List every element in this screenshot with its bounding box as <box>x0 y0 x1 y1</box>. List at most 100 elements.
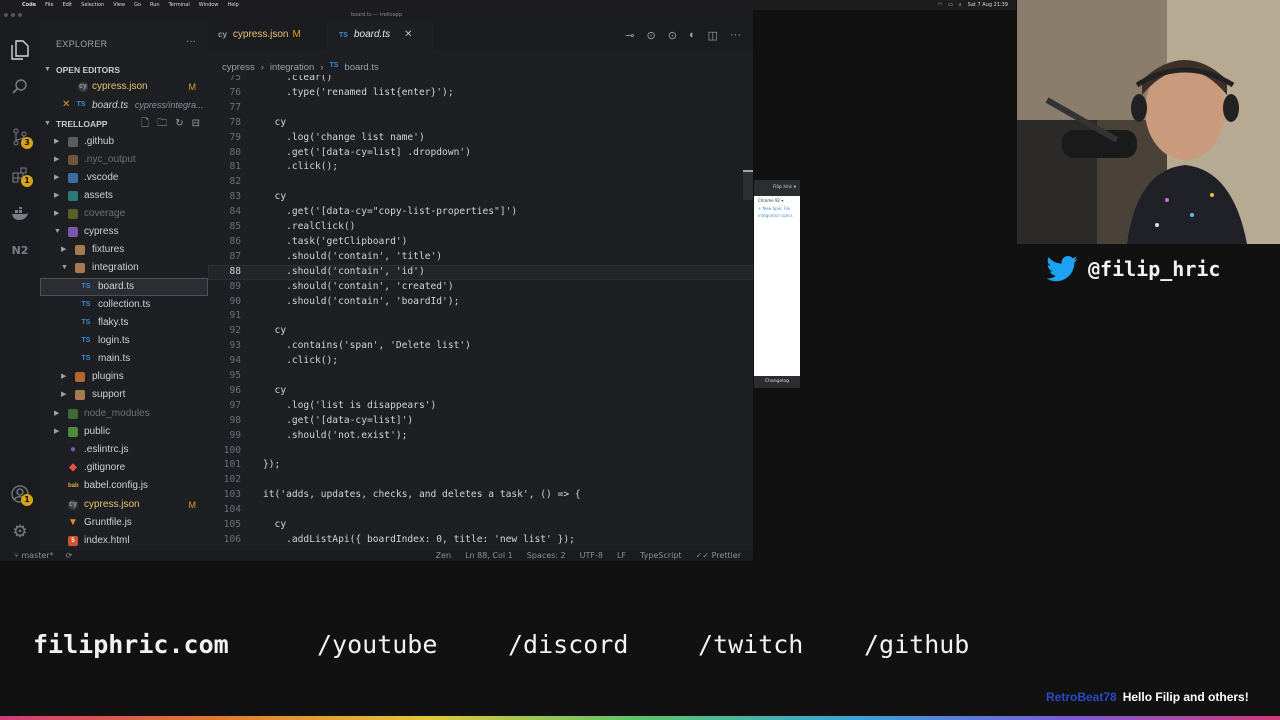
tree-item-file[interactable]: TS collection.ts <box>40 296 208 314</box>
next-change-icon[interactable]: ⊙ <box>668 29 677 42</box>
menu-item-file[interactable]: File <box>45 2 53 8</box>
tab-cypress-json[interactable]: cy cypress.json M <box>218 20 334 50</box>
open-editor-item[interactable]: cy cypress.json M <box>40 78 208 96</box>
code-line[interactable]: 92 cy <box>208 324 753 339</box>
code-line[interactable]: 89 .should('contain', 'created') <box>208 280 753 295</box>
code-line[interactable]: 100 <box>208 444 753 459</box>
changelog-link[interactable]: Changelog <box>754 376 800 388</box>
preview-user-menu[interactable]: Filip Hric ▾ <box>754 180 800 196</box>
code-line[interactable]: 86 .task('getClipboard') <box>208 235 753 250</box>
previous-change-icon[interactable]: ⊙ <box>647 29 656 42</box>
split-editor-icon[interactable]: ◫ <box>708 29 718 42</box>
code-line[interactable]: 83 cy <box>208 190 753 205</box>
search-icon[interactable] <box>8 75 32 99</box>
new-file-icon[interactable]: 🗋 <box>141 116 149 132</box>
tree-item-file[interactable]: ● .eslintrc.js <box>40 441 208 459</box>
tree-item-folder[interactable]: ▶ support <box>40 386 208 404</box>
code-line[interactable]: 75 .clear() <box>208 75 753 86</box>
code-line[interactable]: 98 .get('[data-cy=list]') <box>208 414 753 429</box>
code-line[interactable]: 97 .log('list is disappears') <box>208 399 753 414</box>
tree-item-folder[interactable]: ▼ integration <box>40 259 208 277</box>
tree-item-file[interactable]: ◆ .gitignore <box>40 459 208 477</box>
code-line[interactable]: 94 .click(); <box>208 354 753 369</box>
code-line[interactable]: 91 <box>208 309 753 324</box>
code-line[interactable]: 82 <box>208 175 753 190</box>
status-indentation[interactable]: Spaces: 2 <box>527 551 566 561</box>
tree-item-folder[interactable]: ▶ assets <box>40 187 208 205</box>
status-language[interactable]: TypeScript <box>640 551 682 561</box>
code-line[interactable]: 78 cy <box>208 116 753 131</box>
battery-icon[interactable]: ▭ <box>948 2 953 8</box>
explorer-icon[interactable] <box>8 38 32 62</box>
code-line[interactable]: 81 .click(); <box>208 160 753 175</box>
tree-item-folder[interactable]: ▶ plugins <box>40 368 208 386</box>
scrollbar-thumb[interactable] <box>743 172 753 200</box>
status-eol[interactable]: LF <box>617 551 626 561</box>
wifi-icon[interactable]: ◠ <box>938 2 942 8</box>
code-line[interactable]: 103 it('adds, updates, checks, and delete… <box>208 488 753 503</box>
code-line[interactable]: 102 <box>208 473 753 488</box>
code-line[interactable]: 95 <box>208 369 753 384</box>
window-controls[interactable] <box>4 13 22 17</box>
menu-item-edit[interactable]: Edit <box>62 2 72 8</box>
nx-console-icon[interactable]: N2 <box>8 238 32 262</box>
tree-item-folder[interactable]: ▶ coverage <box>40 205 208 223</box>
refresh-icon[interactable]: ↻ <box>175 116 183 132</box>
menubar-clock[interactable]: Sat 7 Aug 21:39 <box>968 2 1008 8</box>
more-actions-icon[interactable]: ··· <box>730 29 741 42</box>
code-line[interactable]: 87 .should('contain', 'title') <box>208 250 753 265</box>
breadcrumb-item[interactable]: integration <box>270 62 314 73</box>
settings-gear-icon[interactable]: ⚙ <box>8 520 32 544</box>
tree-item-file[interactable]: TS flaky.ts <box>40 314 208 332</box>
code-line[interactable]: 80 .get('[data-cy=list] .dropdown') <box>208 146 753 161</box>
breadcrumb-item[interactable]: cypress <box>222 62 255 73</box>
code-line-current[interactable]: 88 .should('contain', 'id') <box>208 264 753 280</box>
code-line[interactable]: 99 .should('not.exist'); <box>208 429 753 444</box>
status-cursor-position[interactable]: Ln 88, Col 1 <box>465 551 513 561</box>
new-spec-link[interactable]: + New Spec File <box>754 205 800 212</box>
open-editors-header[interactable]: ▼ OPEN EDITORS <box>40 62 208 78</box>
code-line[interactable]: 104 <box>208 503 753 518</box>
toggle-preview-icon[interactable]: ◐ <box>689 29 696 42</box>
git-branch-indicator[interactable]: ⑂ master* <box>14 551 54 561</box>
account-icon[interactable]: 1 <box>8 482 33 506</box>
code-line[interactable]: 79 .log('change list name') <box>208 131 753 146</box>
git-compare-icon[interactable]: ⊸ <box>625 29 634 42</box>
tab-close-icon[interactable]: ✕ <box>404 29 412 40</box>
tree-item-file[interactable]: 5 index.html <box>40 532 208 550</box>
menu-item-run[interactable]: Run <box>150 2 160 8</box>
tree-item-folder[interactable]: ▼ cypress <box>40 223 208 241</box>
tree-item-folder[interactable]: ▶ public <box>40 423 208 441</box>
tree-item-file[interactable]: bab babel.config.js <box>40 477 208 495</box>
collapse-all-icon[interactable]: ⊟ <box>192 116 200 132</box>
code-line[interactable]: 93 .contains('span', 'Delete list') <box>208 339 753 354</box>
project-header[interactable]: ▼ TRELLOAPP 🗋 🗀 ↻ ⊟ <box>40 116 208 132</box>
docker-icon[interactable] <box>8 202 32 226</box>
menu-item-code[interactable]: Code <box>22 2 36 8</box>
integration-specs-link[interactable]: integration specs <box>754 212 800 219</box>
code-view[interactable]: 75 .clear() 76 .type('renamed list{enter}… <box>208 75 753 551</box>
menu-item-selection[interactable]: Selection <box>81 2 104 8</box>
close-icon[interactable]: ✕ <box>62 96 70 114</box>
code-line[interactable]: 105 cy <box>208 518 753 533</box>
code-line[interactable]: 96 cy <box>208 384 753 399</box>
code-line[interactable]: 77 <box>208 101 753 116</box>
menu-item-go[interactable]: Go <box>134 2 141 8</box>
tree-item-folder[interactable]: ▶ .nyc_output <box>40 151 208 169</box>
extensions-icon[interactable]: 1 <box>8 163 33 187</box>
tree-item-file[interactable]: ▼ Gruntfile.js <box>40 514 208 532</box>
code-line[interactable]: 76 .type('renamed list{enter}'); <box>208 86 753 101</box>
browser-selector[interactable]: Chrome 92 ▾ <box>754 196 800 205</box>
tree-item-file[interactable]: TS login.ts <box>40 332 208 350</box>
tree-item-file-selected[interactable]: TS board.ts <box>40 278 208 296</box>
code-line[interactable]: 106 .addListApi({ boardIndex: 0, title: … <box>208 533 753 548</box>
code-line[interactable]: 84 .get('[data-cy="copy-list-properties"… <box>208 205 753 220</box>
menu-item-view[interactable]: View <box>113 2 125 8</box>
tree-item-folder[interactable]: ▶ .vscode <box>40 169 208 187</box>
code-line[interactable]: 90 .should('contain', 'boardId'); <box>208 295 753 310</box>
new-folder-icon[interactable]: 🗀 <box>157 116 167 132</box>
breadcrumb-item[interactable]: board.ts <box>344 62 378 73</box>
tree-item-file[interactable]: TS main.ts <box>40 350 208 368</box>
open-editor-item[interactable]: ✕ TS board.ts cypress/integra... <box>40 96 208 114</box>
tree-item-folder[interactable]: ▶ fixtures <box>40 241 208 259</box>
